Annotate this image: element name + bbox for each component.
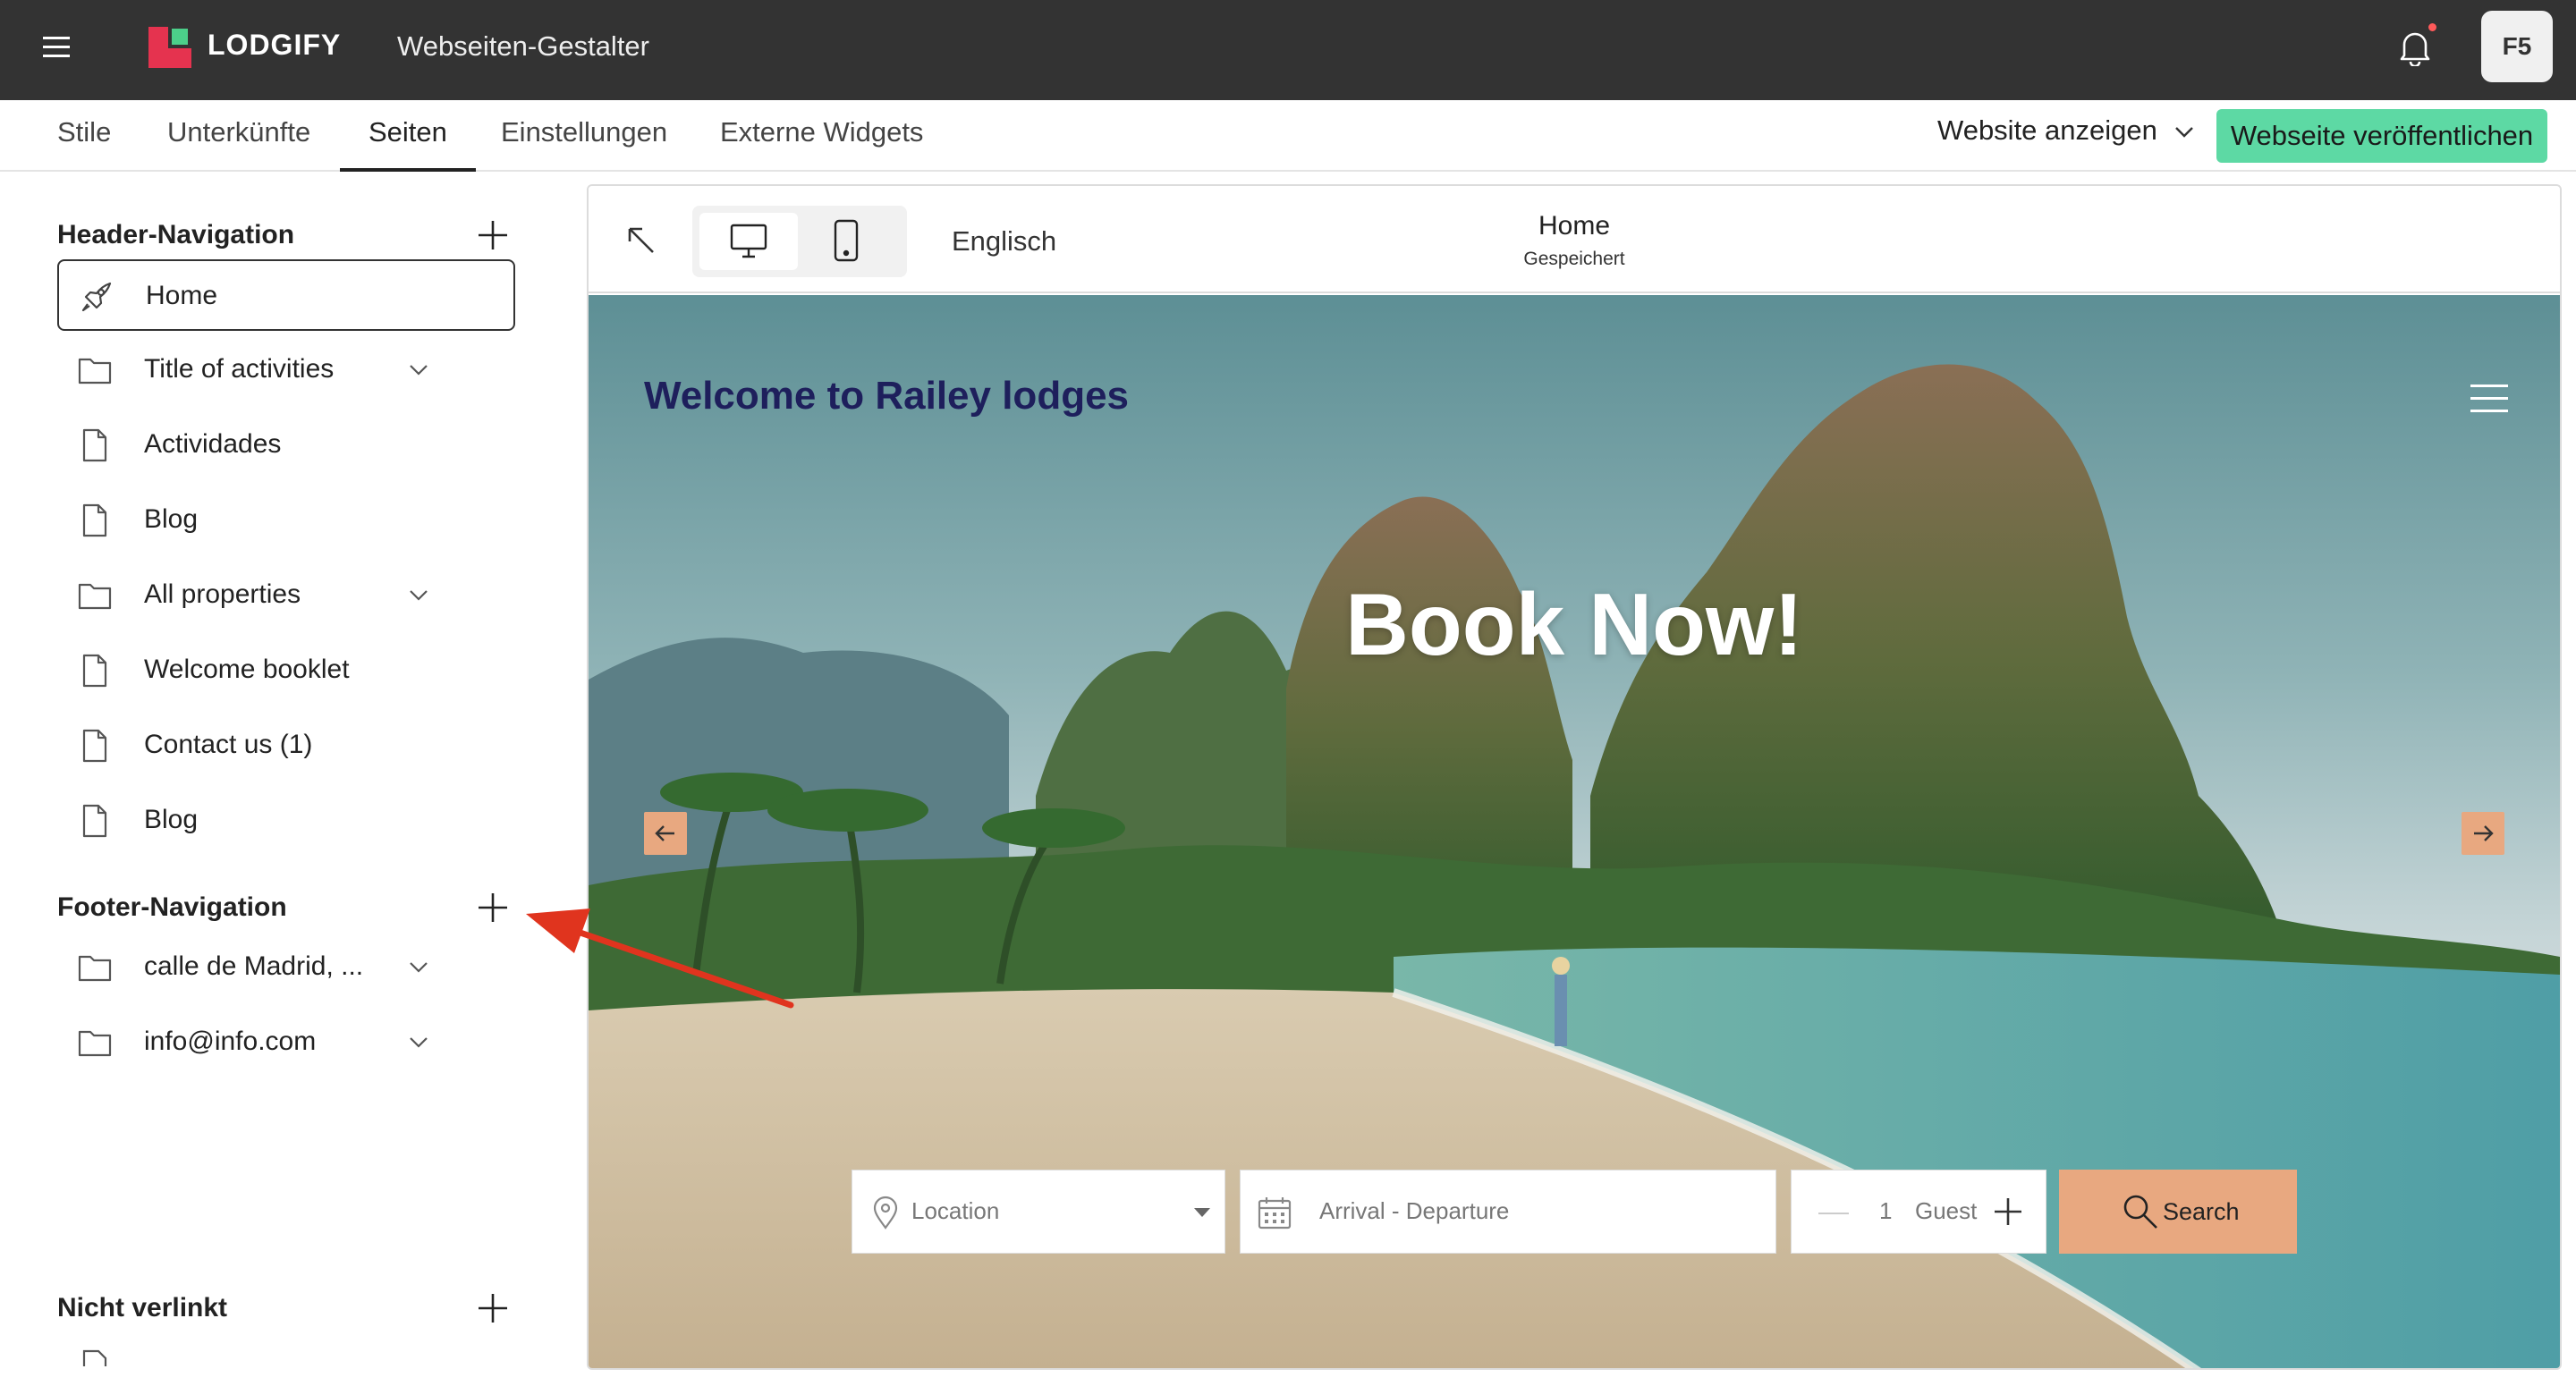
page-icon	[82, 654, 107, 688]
notifications-bell-icon[interactable]	[2397, 27, 2433, 66]
brand-name: LODGIFY	[208, 29, 342, 61]
page-icon	[82, 729, 107, 763]
add-unlinked-page-plus-icon[interactable]	[478, 1293, 508, 1323]
footer-navigation-title: Footer-Navigation	[57, 892, 287, 922]
tab-einstellungen[interactable]: Einstellungen	[501, 116, 667, 172]
slider-next-button[interactable]	[2462, 812, 2504, 855]
nav-item-blog-2[interactable]: Blog	[57, 785, 515, 857]
tab-unterkuenfte[interactable]: Unterkünfte	[167, 116, 310, 172]
tab-seiten[interactable]: Seiten	[340, 116, 476, 172]
top-bar: LODGIFY Webseiten-Gestalter F5	[0, 0, 2576, 100]
chevron-down-icon[interactable]	[408, 959, 429, 976]
search-button-label: Search	[2163, 1198, 2240, 1225]
nav-item-label: Title of activities	[144, 354, 335, 384]
location-placeholder: Location	[911, 1197, 1000, 1224]
nav-item-label: Blog	[144, 805, 199, 834]
nav-item-label: info@info.com	[144, 1027, 317, 1056]
editor-toolbar: Englisch Home Gespeichert	[589, 186, 2560, 293]
main-menu-icon[interactable]	[43, 37, 70, 58]
save-status: Gespeichert	[1523, 249, 1625, 269]
site-welcome-heading[interactable]: Welcome to Railey lodges	[644, 374, 1129, 418]
folder-icon	[78, 583, 112, 610]
tab-bar: Stile Unterkünfte Seiten Einstellungen E…	[0, 100, 2576, 172]
nav-item-label: Home	[146, 281, 218, 310]
nav-item-contact-us[interactable]: Contact us (1)	[57, 710, 515, 782]
nav-item-title-of-activities[interactable]: Title of activities	[57, 334, 515, 406]
unlinked-pages-title: Nicht verlinkt	[57, 1293, 228, 1323]
add-header-page-plus-icon[interactable]	[478, 220, 508, 250]
current-page-name: Home	[1538, 211, 1611, 241]
nav-item-blog[interactable]: Blog	[57, 485, 515, 556]
nav-item-info-email[interactable]: info@info.com	[57, 1007, 515, 1078]
page-icon	[82, 503, 107, 537]
arrow-right-icon	[2474, 825, 2494, 841]
search-button[interactable]: Search	[2059, 1170, 2297, 1254]
location-select[interactable]: Location	[852, 1170, 1225, 1254]
chevron-down-icon[interactable]	[408, 587, 429, 604]
view-website-label: Website anzeigen	[1937, 114, 2157, 146]
chevron-down-icon[interactable]	[408, 361, 429, 379]
folder-icon	[78, 1030, 112, 1057]
nav-item-label: Welcome booklet	[144, 655, 350, 684]
page-icon	[82, 428, 107, 462]
nav-item-calle-de-madrid[interactable]: calle de Madrid, ...	[57, 932, 515, 1003]
site-hamburger-menu-icon[interactable]	[2470, 385, 2508, 413]
rocket-icon	[81, 282, 112, 312]
guest-label: Guest	[1915, 1197, 1978, 1224]
dates-placeholder: Arrival - Departure	[1319, 1197, 1510, 1224]
nav-item-actividades[interactable]: Actividades	[57, 410, 515, 481]
chevron-down-icon[interactable]	[408, 1034, 429, 1052]
guest-stepper[interactable]: 1 Guest	[1791, 1170, 2046, 1254]
header-navigation-title: Header-Navigation	[57, 220, 295, 249]
nav-item-home[interactable]: Home	[57, 259, 515, 331]
guest-count: 1	[1879, 1197, 1893, 1224]
folder-icon	[78, 955, 112, 982]
page-icon	[82, 1349, 107, 1366]
tab-externe-widgets[interactable]: Externe Widgets	[720, 116, 923, 172]
nav-item-label: calle de Madrid, ...	[144, 951, 364, 981]
folder-icon	[78, 358, 112, 385]
user-avatar[interactable]: F5	[2481, 11, 2553, 82]
dates-input[interactable]: Arrival - Departure	[1240, 1170, 1776, 1254]
location-pin-icon	[873, 1196, 898, 1230]
nav-item-label: Blog	[144, 504, 199, 534]
nav-item-label: Actividades	[144, 429, 282, 459]
app-title: Webseiten-Gestalter	[397, 30, 649, 62]
nav-item-label: All properties	[144, 579, 301, 609]
minus-icon[interactable]	[1818, 1212, 1849, 1215]
magnifier-icon	[2123, 1195, 2157, 1229]
calendar-icon	[1258, 1197, 1292, 1230]
arrow-left-icon	[655, 825, 674, 841]
nav-item-all-properties[interactable]: All properties	[57, 560, 515, 631]
caret-down-icon	[1194, 1208, 1210, 1217]
hero-headline[interactable]: Book Now!	[589, 574, 2560, 675]
nav-item-welcome-booklet[interactable]: Welcome booklet	[57, 635, 515, 706]
publish-website-button[interactable]: Webseite veröffentlichen	[2216, 109, 2547, 163]
page-editor: Englisch Home Gespeichert Welcome to Rai…	[587, 184, 2562, 1370]
page-icon	[82, 804, 107, 838]
view-website-dropdown[interactable]: Website anzeigen	[1937, 114, 2194, 147]
website-preview-hero: Welcome to Railey lodges Book Now! Locat…	[589, 295, 2560, 1368]
lodgify-logo-icon	[148, 27, 191, 68]
nav-item-label: Contact us (1)	[144, 730, 313, 759]
notification-dot	[2428, 23, 2436, 31]
plus-icon[interactable]	[1994, 1197, 2022, 1226]
add-footer-page-plus-icon[interactable]	[478, 892, 508, 923]
tab-stile[interactable]: Stile	[57, 116, 111, 172]
slider-prev-button[interactable]	[644, 812, 687, 855]
chevron-down-icon	[2174, 126, 2193, 138]
